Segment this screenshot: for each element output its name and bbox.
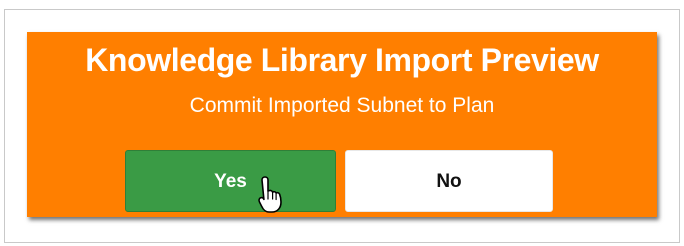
import-preview-dialog: Knowledge Library Import Preview Commit … xyxy=(27,32,657,217)
hand-pointer-icon xyxy=(258,176,282,213)
yes-button[interactable]: Yes xyxy=(125,150,336,212)
dialog-subtitle: Commit Imported Subnet to Plan xyxy=(189,94,495,117)
no-button[interactable]: No xyxy=(345,150,553,212)
dialog-title: Knowledge Library Import Preview xyxy=(85,42,599,78)
